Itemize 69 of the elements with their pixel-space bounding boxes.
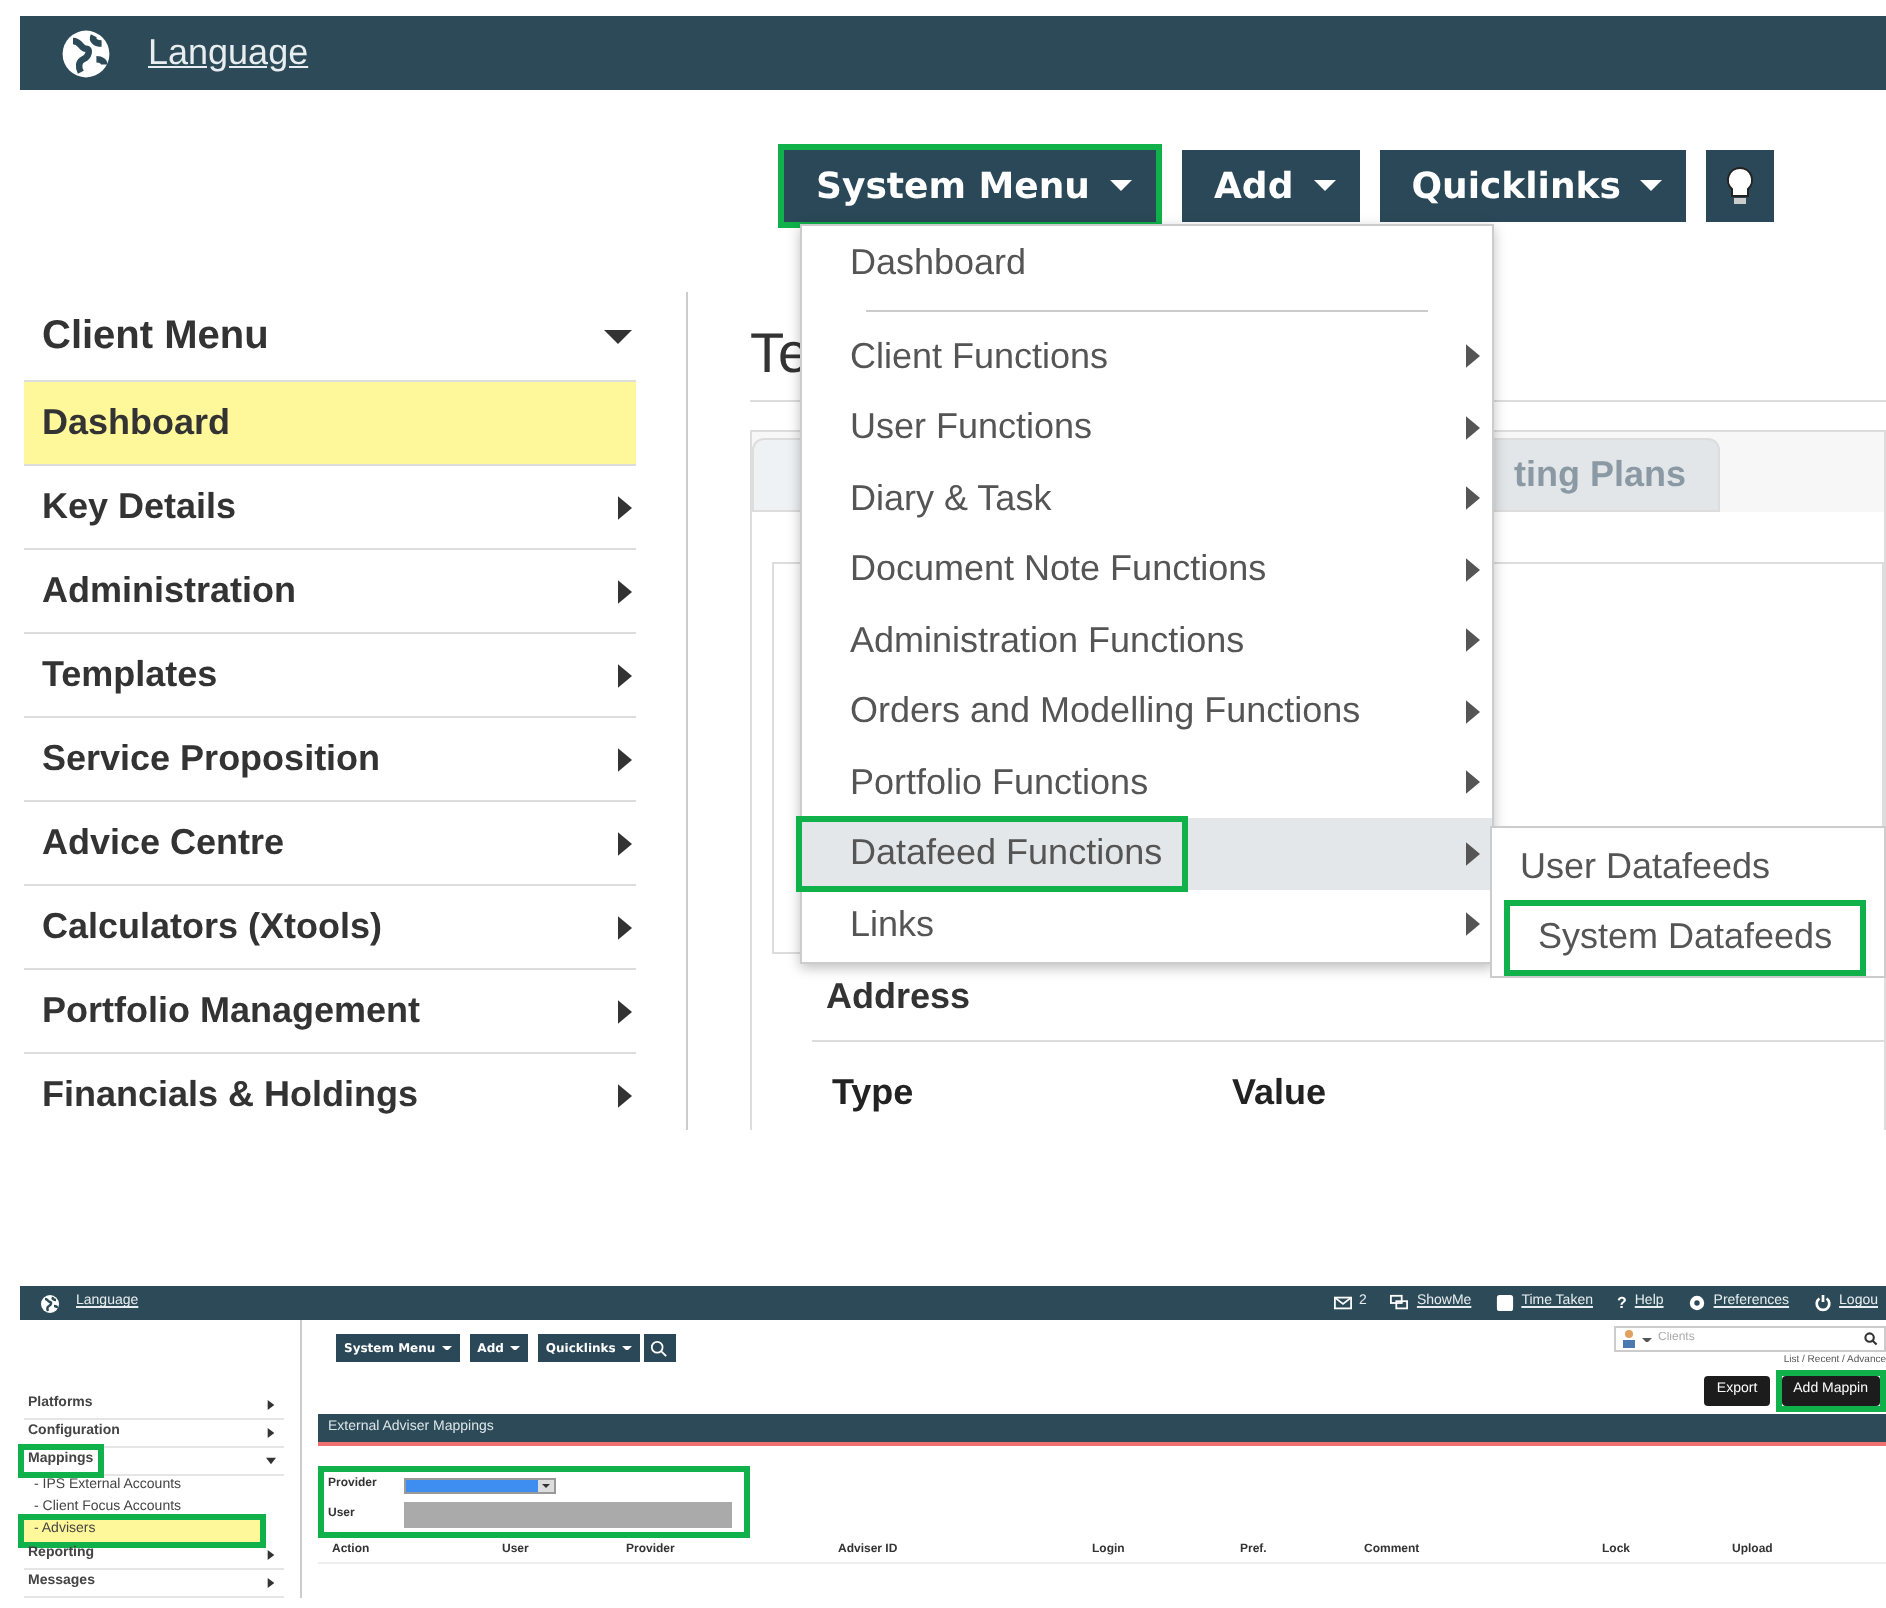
arrow-icon — [618, 663, 632, 687]
arrow-icon — [618, 831, 632, 855]
menu-row[interactable]: Links — [802, 889, 1492, 960]
arrow-icon — [618, 495, 632, 519]
menu-row[interactable]: Document Note Functions — [802, 534, 1492, 605]
person-icon — [1622, 1330, 1636, 1349]
globe-icon — [60, 27, 112, 79]
settings-icon — [1687, 1294, 1706, 1312]
menu-item[interactable]: Administration Functions — [802, 608, 1265, 673]
menu-item[interactable]: Client Functions — [802, 324, 1129, 389]
chat-icon — [1390, 1294, 1409, 1312]
power-icon — [1813, 1294, 1832, 1312]
search-button[interactable] — [643, 1334, 676, 1362]
globe-icon — [40, 1293, 60, 1313]
arrow-icon — [618, 579, 632, 603]
arrow-icon — [1466, 699, 1480, 724]
caret-icon — [604, 329, 632, 343]
caret-icon — [441, 1345, 452, 1351]
menu-button[interactable]: Quicklinks — [1379, 150, 1687, 222]
menu-row[interactable]: Portfolio Functions — [802, 747, 1492, 818]
help-icon: ? — [1616, 1291, 1627, 1315]
lightbulb-icon — [1726, 166, 1755, 206]
menu-button[interactable]: Add — [1182, 150, 1360, 222]
arrow-icon — [1466, 557, 1480, 582]
caret-icon — [1313, 180, 1336, 192]
menu-row[interactable]: Administration Functions — [802, 605, 1492, 676]
envelope-icon — [1333, 1294, 1352, 1312]
menu-item[interactable]: Document Note Functions — [802, 537, 1287, 602]
menu-row[interactable]: Orders and Modelling Functions — [802, 676, 1492, 747]
language-link[interactable]: Language — [148, 26, 309, 80]
section-heading: Address — [826, 976, 971, 1016]
menu-item[interactable]: Portfolio Functions — [802, 750, 1169, 815]
caret-icon — [542, 1483, 550, 1487]
arrow-icon — [1466, 344, 1480, 369]
caret-icon — [1642, 1337, 1652, 1342]
arrow-icon — [1466, 415, 1480, 440]
sidebar-title: Client Menu — [42, 312, 269, 362]
menu-item[interactable]: System Datafeeds — [1510, 905, 1861, 969]
arrow-icon — [1466, 841, 1480, 866]
menu-row[interactable]: Datafeed Functions — [802, 818, 1492, 889]
menu-item[interactable]: Orders and Modelling Functions — [802, 679, 1381, 744]
caret-icon — [509, 1345, 520, 1351]
column-header: Value — [1230, 1070, 1327, 1116]
provider-select[interactable] — [404, 1477, 556, 1493]
sidebar-item[interactable]: Dashboard — [24, 382, 636, 466]
caret-icon — [621, 1345, 632, 1351]
caret-icon — [1640, 180, 1663, 192]
menu-item[interactable]: Diary & Task — [802, 466, 1072, 531]
arrow-icon — [1466, 770, 1480, 795]
arrow-icon — [1466, 912, 1480, 937]
arrow-icon — [618, 915, 632, 939]
search-icon — [650, 1339, 669, 1357]
arrow-icon — [1466, 486, 1480, 511]
column-header: Type — [830, 1070, 916, 1116]
menu-button[interactable]: System Menu — [784, 150, 1156, 222]
arrow-icon — [618, 1083, 632, 1107]
lightbulb-button[interactable] — [1706, 150, 1775, 222]
arrow-icon — [618, 747, 632, 771]
menu-row[interactable]: Client Functions — [802, 321, 1492, 392]
menu-item[interactable]: Dashboard — [802, 231, 1047, 296]
menu-row[interactable]: Dashboard — [802, 228, 1492, 311]
arrow-icon — [1466, 628, 1480, 653]
user-field[interactable] — [404, 1502, 732, 1528]
caret-icon — [1110, 180, 1132, 192]
menu-item[interactable]: User Functions — [802, 395, 1113, 460]
search-icon — [1864, 1332, 1878, 1347]
menu-item[interactable]: User Datafeeds — [1492, 835, 1799, 899]
menu-item[interactable]: Links — [802, 892, 955, 957]
arrow-icon — [618, 999, 632, 1023]
